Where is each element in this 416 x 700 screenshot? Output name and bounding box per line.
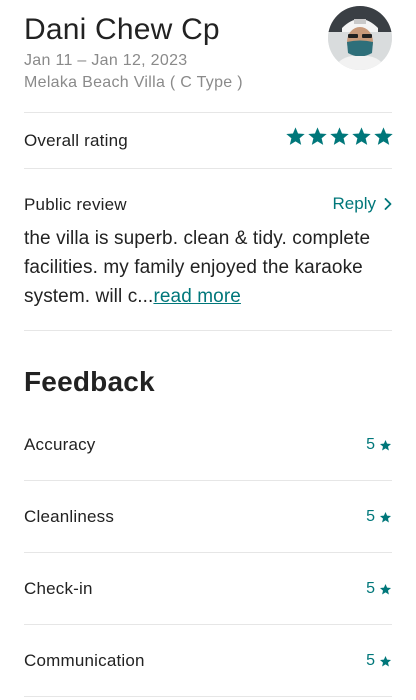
read-more-link[interactable]: read more [153, 286, 241, 307]
overall-rating-label: Overall rating [24, 131, 128, 150]
overall-rating-stars [285, 126, 394, 147]
feedback-label: Cleanliness [24, 507, 115, 526]
feedback-row-accuracy: Accuracy 5 [24, 433, 392, 457]
feedback-score: 5 [366, 508, 392, 526]
divider [24, 624, 392, 625]
feedback-score-value: 5 [366, 508, 375, 525]
divider [24, 112, 392, 113]
feedback-score: 5 [366, 580, 392, 598]
star-icon [379, 439, 392, 450]
listing-name: Melaka Beach Villa ( C Type ) [24, 74, 243, 91]
star-icon [330, 127, 349, 145]
feedback-label: Check-in [24, 579, 93, 598]
public-review-label: Public review [24, 195, 127, 214]
feedback-label: Accuracy [24, 435, 96, 454]
star-icon [374, 127, 393, 145]
star-icon [379, 655, 392, 666]
guest-name: Dani Chew Cp [24, 13, 220, 46]
divider [24, 330, 392, 331]
review-text: the villa is superb. clean & tidy. compl… [24, 224, 394, 311]
feedback-row-communication: Communication 5 [24, 649, 392, 673]
divider [24, 552, 392, 553]
avatar[interactable] [328, 6, 392, 70]
feedback-score-value: 5 [366, 580, 375, 597]
chevron-right-icon [384, 198, 392, 210]
star-icon [352, 127, 371, 145]
feedback-label: Communication [24, 651, 145, 670]
feedback-score-value: 5 [366, 652, 375, 669]
stay-dates: Jan 11 – Jan 12, 2023 [24, 52, 188, 69]
feedback-score: 5 [366, 436, 392, 454]
divider [24, 480, 392, 481]
reply-button[interactable]: Reply [333, 194, 392, 214]
feedback-score: 5 [366, 652, 392, 670]
feedback-row-check-in: Check-in 5 [24, 577, 392, 601]
star-icon [286, 127, 305, 145]
star-icon [379, 511, 392, 522]
star-icon [308, 127, 327, 145]
feedback-title: Feedback [24, 366, 155, 397]
feedback-score-value: 5 [366, 436, 375, 453]
star-icon [379, 583, 392, 594]
divider [24, 168, 392, 169]
reply-label: Reply [332, 194, 376, 213]
review-detail-page: Dani Chew Cp Jan 11 – Jan 12, 2023 Melak… [0, 0, 416, 700]
guest-photo [328, 6, 392, 70]
feedback-row-cleanliness: Cleanliness 5 [24, 505, 392, 529]
divider [24, 696, 392, 697]
guest-header: Dani Chew Cp Jan 11 – Jan 12, 2023 Melak… [24, 10, 324, 94]
